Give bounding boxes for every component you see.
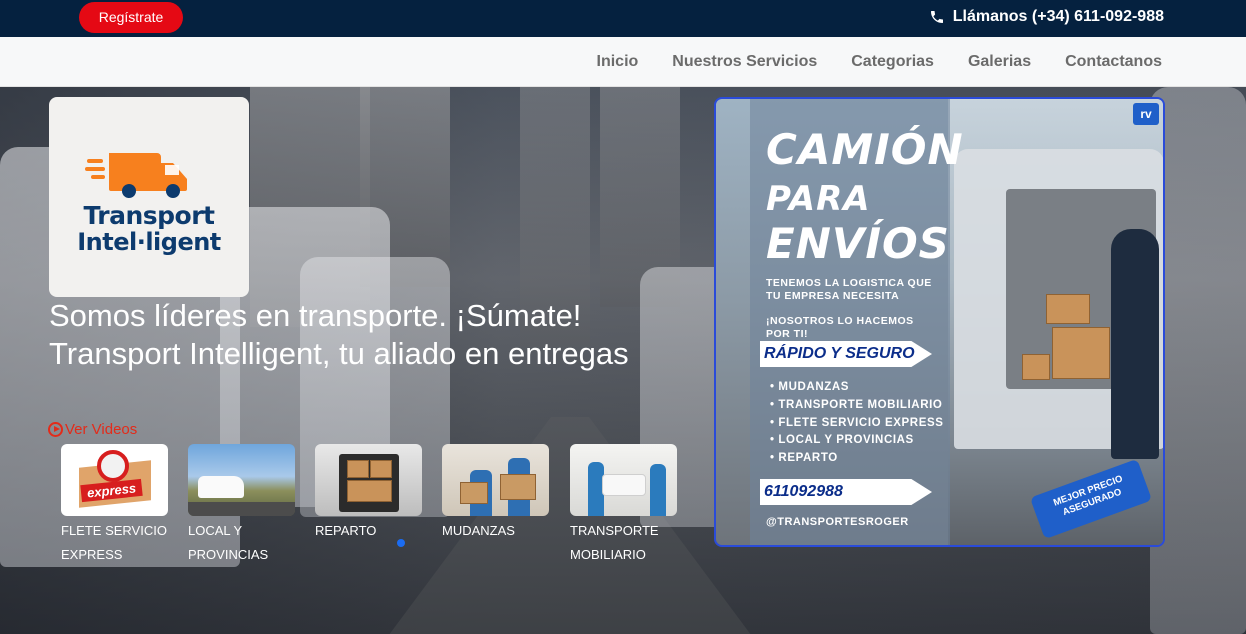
- truck-icon: [85, 153, 187, 198]
- service-item-local[interactable]: LOCAL Y PROVINCIAS: [188, 444, 298, 567]
- service-label: LOCAL Y PROVINCIAS: [188, 523, 269, 562]
- service-label: FLETE SERVICIO EXPRESS: [61, 523, 167, 562]
- ad-list-item: FLETE SERVICIO EXPRESS: [770, 415, 944, 433]
- ad-box-image: [1052, 327, 1110, 379]
- ad-title-line1: CAMIÓN: [766, 125, 964, 174]
- logo-text-line1: Transport: [83, 201, 215, 230]
- ad-delivery-person: [1111, 229, 1159, 459]
- service-thumbnail: [188, 444, 295, 516]
- hero-section: Transport Intel·ligent Somos líderes en …: [0, 87, 1246, 634]
- nav-item-galerias[interactable]: Galerias: [968, 53, 1031, 71]
- service-thumbnail: express: [61, 444, 168, 516]
- nav-item-inicio[interactable]: Inicio: [597, 53, 639, 71]
- service-thumbnail: [570, 444, 677, 516]
- service-item-mudanzas[interactable]: MUDANZAS: [442, 444, 552, 543]
- ad-list-item: MUDANZAS: [770, 379, 944, 397]
- service-thumbnail: [315, 444, 422, 516]
- ad-list-item: REPARTO: [770, 450, 944, 468]
- stopwatch-icon: [97, 450, 129, 482]
- van-image: [198, 476, 244, 498]
- logo-text-line2: Intel·ligent: [77, 228, 221, 256]
- phone-icon: [930, 11, 943, 23]
- play-icon: [48, 422, 63, 437]
- hero-headline: Somos líderes en transporte. ¡Súmate! Tr…: [49, 298, 629, 371]
- nav-item-categorias[interactable]: Categorias: [851, 53, 934, 71]
- ad-phone-banner: 611092988: [760, 479, 932, 505]
- sofa-image: [602, 474, 646, 496]
- service-label: MUDANZAS: [442, 523, 515, 538]
- service-item-express[interactable]: express FLETE SERVICIO EXPRESS: [61, 444, 171, 567]
- nav-item-servicios[interactable]: Nuestros Servicios: [672, 53, 817, 71]
- video-link[interactable]: Ver Videos: [48, 421, 137, 438]
- ad-banner: RÁPIDO Y SEGURO: [760, 341, 932, 367]
- ad-brand-logo: rv: [1133, 103, 1159, 125]
- ad-title-line2: PARA: [766, 179, 871, 219]
- phone-contact[interactable]: Llámanos (+34) 611-092-988: [929, 8, 1164, 26]
- ad-social-handle: @TRANSPORTESROGER: [766, 516, 909, 528]
- ad-box-image: [1046, 294, 1090, 324]
- ad-title-line3: ENVÍOS: [766, 219, 950, 268]
- service-item-reparto[interactable]: REPARTO: [315, 444, 425, 543]
- top-bar: Regístrate Llámanos (+34) 611-092-988: [0, 0, 1246, 37]
- ad-phone-number: 611092988: [764, 483, 843, 500]
- service-thumbnail: [442, 444, 549, 516]
- service-item-mobiliario[interactable]: TRANSPORTE MOBILIARIO: [570, 444, 680, 567]
- register-button[interactable]: Regístrate: [79, 2, 183, 33]
- ad-list-item: TRANSPORTE MOBILIARIO: [770, 397, 944, 415]
- service-label: REPARTO: [315, 523, 377, 538]
- brand-logo[interactable]: Transport Intel·ligent: [49, 97, 249, 297]
- main-nav: Inicio Nuestros Servicios Categorias Gal…: [0, 37, 1246, 87]
- nav-item-contactanos[interactable]: Contactanos: [1065, 53, 1162, 71]
- ad-box-image: [1022, 354, 1050, 380]
- carousel-indicator[interactable]: [397, 539, 405, 547]
- ad-banner-text: RÁPIDO Y SEGURO: [764, 345, 915, 362]
- ad-list-item: LOCAL Y PROVINCIAS: [770, 432, 944, 450]
- ad-subtitle-1: TENEMOS LA LOGISTICA QUE TU EMPRESA NECE…: [766, 277, 932, 302]
- ad-subtitle-2: ¡NOSOTROS LO HACEMOS POR TI!: [766, 315, 914, 340]
- phone-label: Llámanos (+34) 611-092-988: [952, 8, 1164, 25]
- service-label: TRANSPORTE MOBILIARIO: [570, 523, 659, 562]
- promo-ad-card[interactable]: rv CAMIÓN PARA ENVÍOS TENEMOS LA LOGISTI…: [714, 97, 1165, 547]
- video-link-label: Ver Videos: [65, 421, 138, 438]
- ad-service-list: MUDANZAS TRANSPORTE MOBILIARIO FLETE SER…: [770, 379, 944, 468]
